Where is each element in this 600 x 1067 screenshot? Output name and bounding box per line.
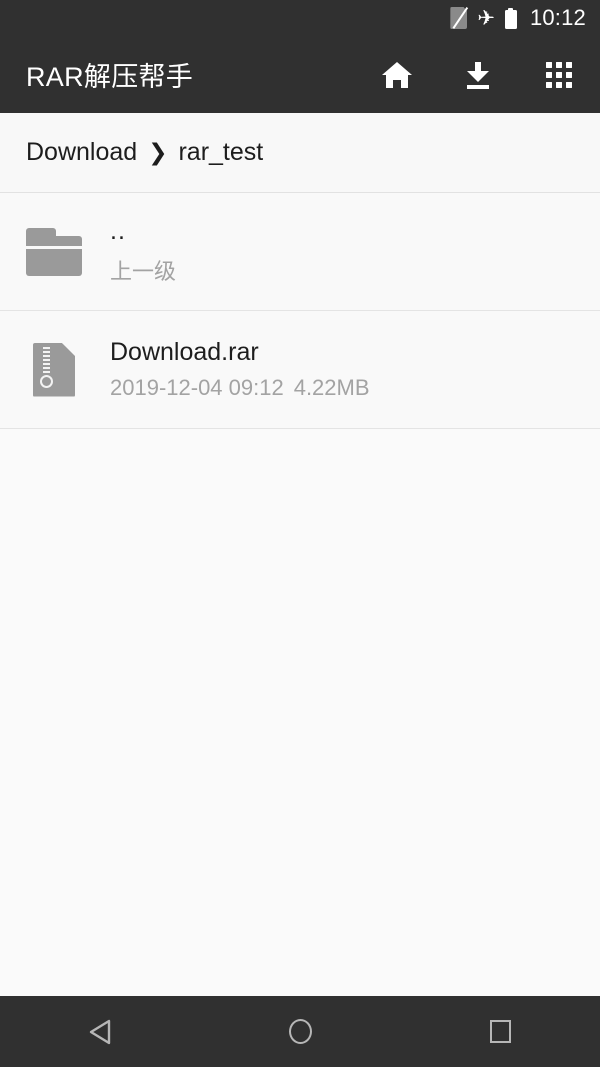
list-item-text: Download.rar 2019-12-04 09:12 4.22MB bbox=[110, 338, 370, 402]
airplane-mode-icon: ✈ bbox=[477, 6, 495, 30]
list-item-title: Download.rar bbox=[110, 337, 259, 366]
list-item-archive-file[interactable]: Download.rar 2019-12-04 09:12 4.22MB bbox=[0, 311, 600, 429]
file-date: 2019-12-04 09:12 bbox=[110, 375, 284, 401]
status-bar-clock: 10:12 bbox=[529, 5, 586, 30]
list-item-title: .. bbox=[110, 216, 126, 245]
breadcrumb: Download ❯ rar_test bbox=[0, 113, 600, 193]
sim-off-icon bbox=[450, 6, 469, 30]
folder-icon bbox=[26, 227, 82, 276]
battery-icon bbox=[504, 7, 517, 29]
home-circle-icon bbox=[288, 1019, 312, 1044]
folder-icon-wrap bbox=[26, 224, 82, 280]
breadcrumb-item-current[interactable]: rar_test bbox=[178, 138, 263, 167]
status-bar: ✈ 10:12 bbox=[0, 0, 600, 36]
nav-recents-button[interactable] bbox=[460, 996, 540, 1067]
file-size: 4.22MB bbox=[293, 375, 370, 401]
app-bar-actions bbox=[378, 56, 578, 94]
list-item-parent-directory[interactable]: .. 上一级 bbox=[0, 193, 600, 311]
status-bar-icons: ✈ 10:12 bbox=[450, 5, 586, 31]
download-icon bbox=[464, 61, 492, 89]
breadcrumb-item-root[interactable]: Download bbox=[26, 138, 137, 167]
list-item-text: .. 上一级 bbox=[110, 217, 176, 287]
android-nav-bar bbox=[0, 996, 600, 1067]
chevron-right-icon: ❯ bbox=[148, 139, 168, 165]
apps-grid-button[interactable] bbox=[540, 56, 578, 94]
app-title: RAR解压帮手 bbox=[26, 62, 194, 92]
recents-square-icon bbox=[489, 1020, 511, 1043]
back-icon bbox=[88, 1018, 112, 1046]
download-button[interactable] bbox=[459, 56, 497, 94]
app-screen: ✈ 10:12 RAR解压帮手 Download ❯ rar_test .. 上… bbox=[0, 0, 600, 1067]
list-item-subtitle: 上一级 bbox=[110, 259, 177, 285]
file-list: .. 上一级 Download.rar 2019-12-04 09:12 4.22… bbox=[0, 193, 600, 996]
app-bar: RAR解压帮手 bbox=[0, 36, 600, 113]
home-icon bbox=[382, 61, 412, 88]
apps-grid-icon bbox=[546, 61, 572, 88]
list-item-meta: 2019-12-04 09:12 4.22MB bbox=[110, 375, 370, 401]
archive-icon bbox=[33, 342, 75, 397]
archive-icon-wrap bbox=[26, 342, 82, 398]
home-button[interactable] bbox=[378, 56, 416, 94]
nav-home-button[interactable] bbox=[260, 996, 340, 1067]
nav-back-button[interactable] bbox=[60, 996, 140, 1067]
